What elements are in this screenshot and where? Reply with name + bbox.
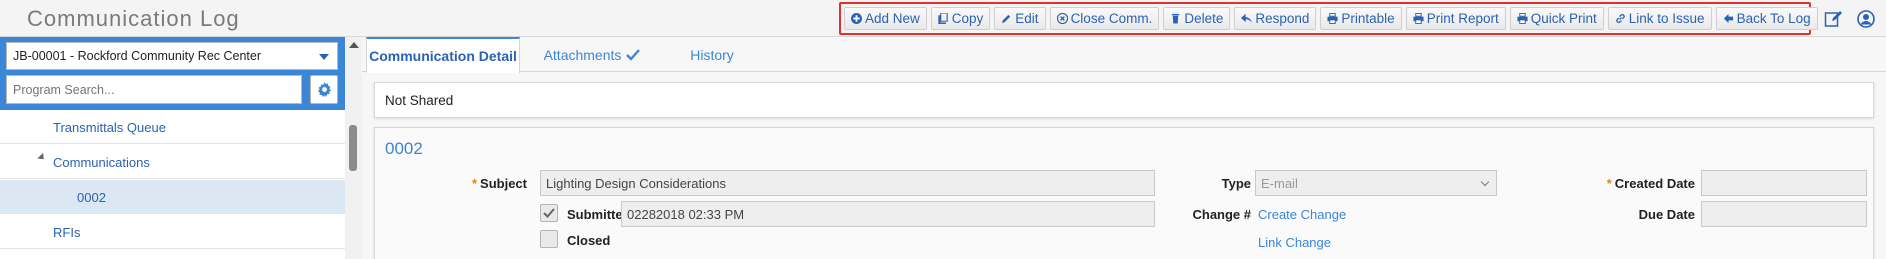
- created-date-label-text: Created Date: [1614, 176, 1695, 191]
- change-number-label: Change #: [1192, 207, 1251, 222]
- main-content: Communication Detail Attachments History…: [362, 37, 1886, 259]
- sidebar-item-0002[interactable]: 0002: [0, 180, 345, 214]
- respond-label: Respond: [1255, 11, 1310, 26]
- created-date-label: * Created Date: [1515, 176, 1695, 191]
- submitted-date-field[interactable]: 02282018 02:33 PM: [621, 201, 1155, 227]
- submitted-checkbox[interactable]: [540, 204, 558, 222]
- tab-label: Communication Detail: [369, 48, 517, 64]
- link-icon: [1616, 14, 1625, 23]
- quick-print-button[interactable]: Quick Print: [1509, 7, 1604, 30]
- back-to-log-label: Back To Log: [1736, 11, 1811, 26]
- user-circle-icon[interactable]: [1857, 10, 1875, 28]
- add-new-button[interactable]: Add New: [844, 7, 927, 30]
- sharing-status-panel: Not Shared: [374, 82, 1874, 118]
- print-icon: [1413, 13, 1424, 24]
- program-search-input[interactable]: [6, 75, 302, 104]
- delete-label: Delete: [1184, 11, 1224, 26]
- copy-button[interactable]: Copy: [930, 7, 991, 30]
- edit-button[interactable]: Edit: [994, 7, 1046, 30]
- sharing-status-text: Not Shared: [385, 93, 454, 108]
- edit-label: Edit: [1015, 11, 1039, 26]
- app-header: Communication Log Add New Copy Edit Clos…: [0, 0, 1886, 37]
- check-icon: [543, 208, 555, 218]
- record-detail-panel: 0002 * Subject Lighting Design Considerat…: [374, 127, 1874, 259]
- printable-label: Printable: [1341, 11, 1395, 26]
- tab-bar: Communication Detail Attachments History: [362, 37, 1886, 73]
- chevron-down-icon: [319, 54, 329, 60]
- subject-field[interactable]: Lighting Design Considerations: [540, 170, 1155, 196]
- record-number: 0002: [385, 139, 423, 158]
- required-marker: *: [471, 176, 478, 191]
- subject-label-text: Subject: [480, 176, 527, 191]
- gear-icon: [317, 82, 331, 97]
- sidebar-item-rfis[interactable]: RFIs: [0, 215, 345, 249]
- close-circle-icon: [1056, 13, 1068, 24]
- scrollbar-thumb[interactable]: [349, 125, 357, 171]
- due-date-field[interactable]: [1701, 201, 1867, 227]
- print-report-label: Print Report: [1426, 11, 1499, 26]
- printable-button[interactable]: Printable: [1320, 7, 1402, 30]
- create-change-link[interactable]: Create Change: [1258, 207, 1346, 222]
- type-select[interactable]: E-mail: [1255, 170, 1497, 196]
- copy-label: Copy: [951, 11, 984, 26]
- arrow-left-icon: [1723, 13, 1733, 24]
- sidebar-item-label: Communications: [53, 155, 150, 170]
- sidebar: JB-00001 - Rockford Community Rec Center…: [0, 37, 362, 259]
- sidebar-item-communications[interactable]: Communications: [0, 145, 345, 179]
- due-date-label: Due Date: [1638, 207, 1695, 222]
- submitted-date-value: 02282018 02:33 PM: [627, 207, 745, 222]
- tab-label: Attachments: [543, 46, 622, 63]
- scroll-up-icon[interactable]: [349, 42, 359, 48]
- close-comm-label: Close Comm.: [1070, 11, 1153, 26]
- print-report-button[interactable]: Print Report: [1405, 7, 1506, 30]
- tab-label: History: [690, 46, 734, 63]
- settings-button[interactable]: [310, 75, 338, 104]
- trash-icon: [1172, 13, 1180, 24]
- pencil-icon: [1002, 14, 1011, 24]
- action-toolbar: Add New Copy Edit Close Comm. Delete Res…: [844, 7, 1818, 30]
- check-icon: [626, 48, 641, 61]
- print-icon: [1327, 13, 1338, 24]
- subject-value: Lighting Design Considerations: [546, 176, 726, 191]
- respond-button[interactable]: Respond: [1234, 7, 1317, 30]
- tab-history[interactable]: History: [662, 37, 762, 72]
- sidebar-item-label: Transmittals Queue: [53, 120, 166, 135]
- reply-icon: [1241, 13, 1253, 24]
- plus-circle-icon: [851, 13, 862, 24]
- back-to-log-button[interactable]: Back To Log: [1715, 7, 1818, 30]
- edit-note-icon[interactable]: [1824, 10, 1842, 28]
- sidebar-item-label: RFIs: [53, 225, 81, 240]
- sidebar-item-label: 0002: [77, 190, 106, 205]
- delete-button[interactable]: Delete: [1163, 7, 1231, 30]
- created-date-field[interactable]: [1701, 170, 1867, 196]
- sidebar-item-transmittals-queue[interactable]: Transmittals Queue: [0, 110, 345, 144]
- type-label: Type: [1221, 176, 1251, 191]
- required-marker: *: [1606, 176, 1612, 191]
- link-to-issue-button[interactable]: Link to Issue: [1607, 7, 1712, 30]
- app-title: Communication Log: [27, 6, 240, 31]
- subject-label: * Subject: [445, 176, 527, 191]
- closed-label: Closed: [567, 233, 611, 248]
- expand-arrow-icon[interactable]: [37, 152, 47, 163]
- sidebar-scrollbar[interactable]: [345, 37, 362, 259]
- print-icon: [1517, 13, 1528, 24]
- project-select[interactable]: JB-00001 - Rockford Community Rec Center: [6, 42, 338, 70]
- close-comm-button[interactable]: Close Comm.: [1049, 7, 1160, 30]
- project-select-value: JB-00001 - Rockford Community Rec Center: [13, 49, 262, 63]
- copy-icon: [938, 13, 948, 24]
- type-value: E-mail: [1261, 176, 1298, 191]
- sidebar-controls: JB-00001 - Rockford Community Rec Center: [0, 37, 345, 110]
- tab-attachments[interactable]: Attachments: [522, 37, 662, 72]
- link-to-issue-label: Link to Issue: [1628, 11, 1705, 26]
- link-change-link[interactable]: Link Change: [1258, 235, 1331, 250]
- closed-checkbox[interactable]: [540, 230, 558, 248]
- quick-print-label: Quick Print: [1530, 11, 1597, 26]
- chevron-down-icon: [1480, 177, 1490, 187]
- add-new-label: Add New: [865, 11, 920, 26]
- tab-communication-detail[interactable]: Communication Detail: [366, 37, 520, 73]
